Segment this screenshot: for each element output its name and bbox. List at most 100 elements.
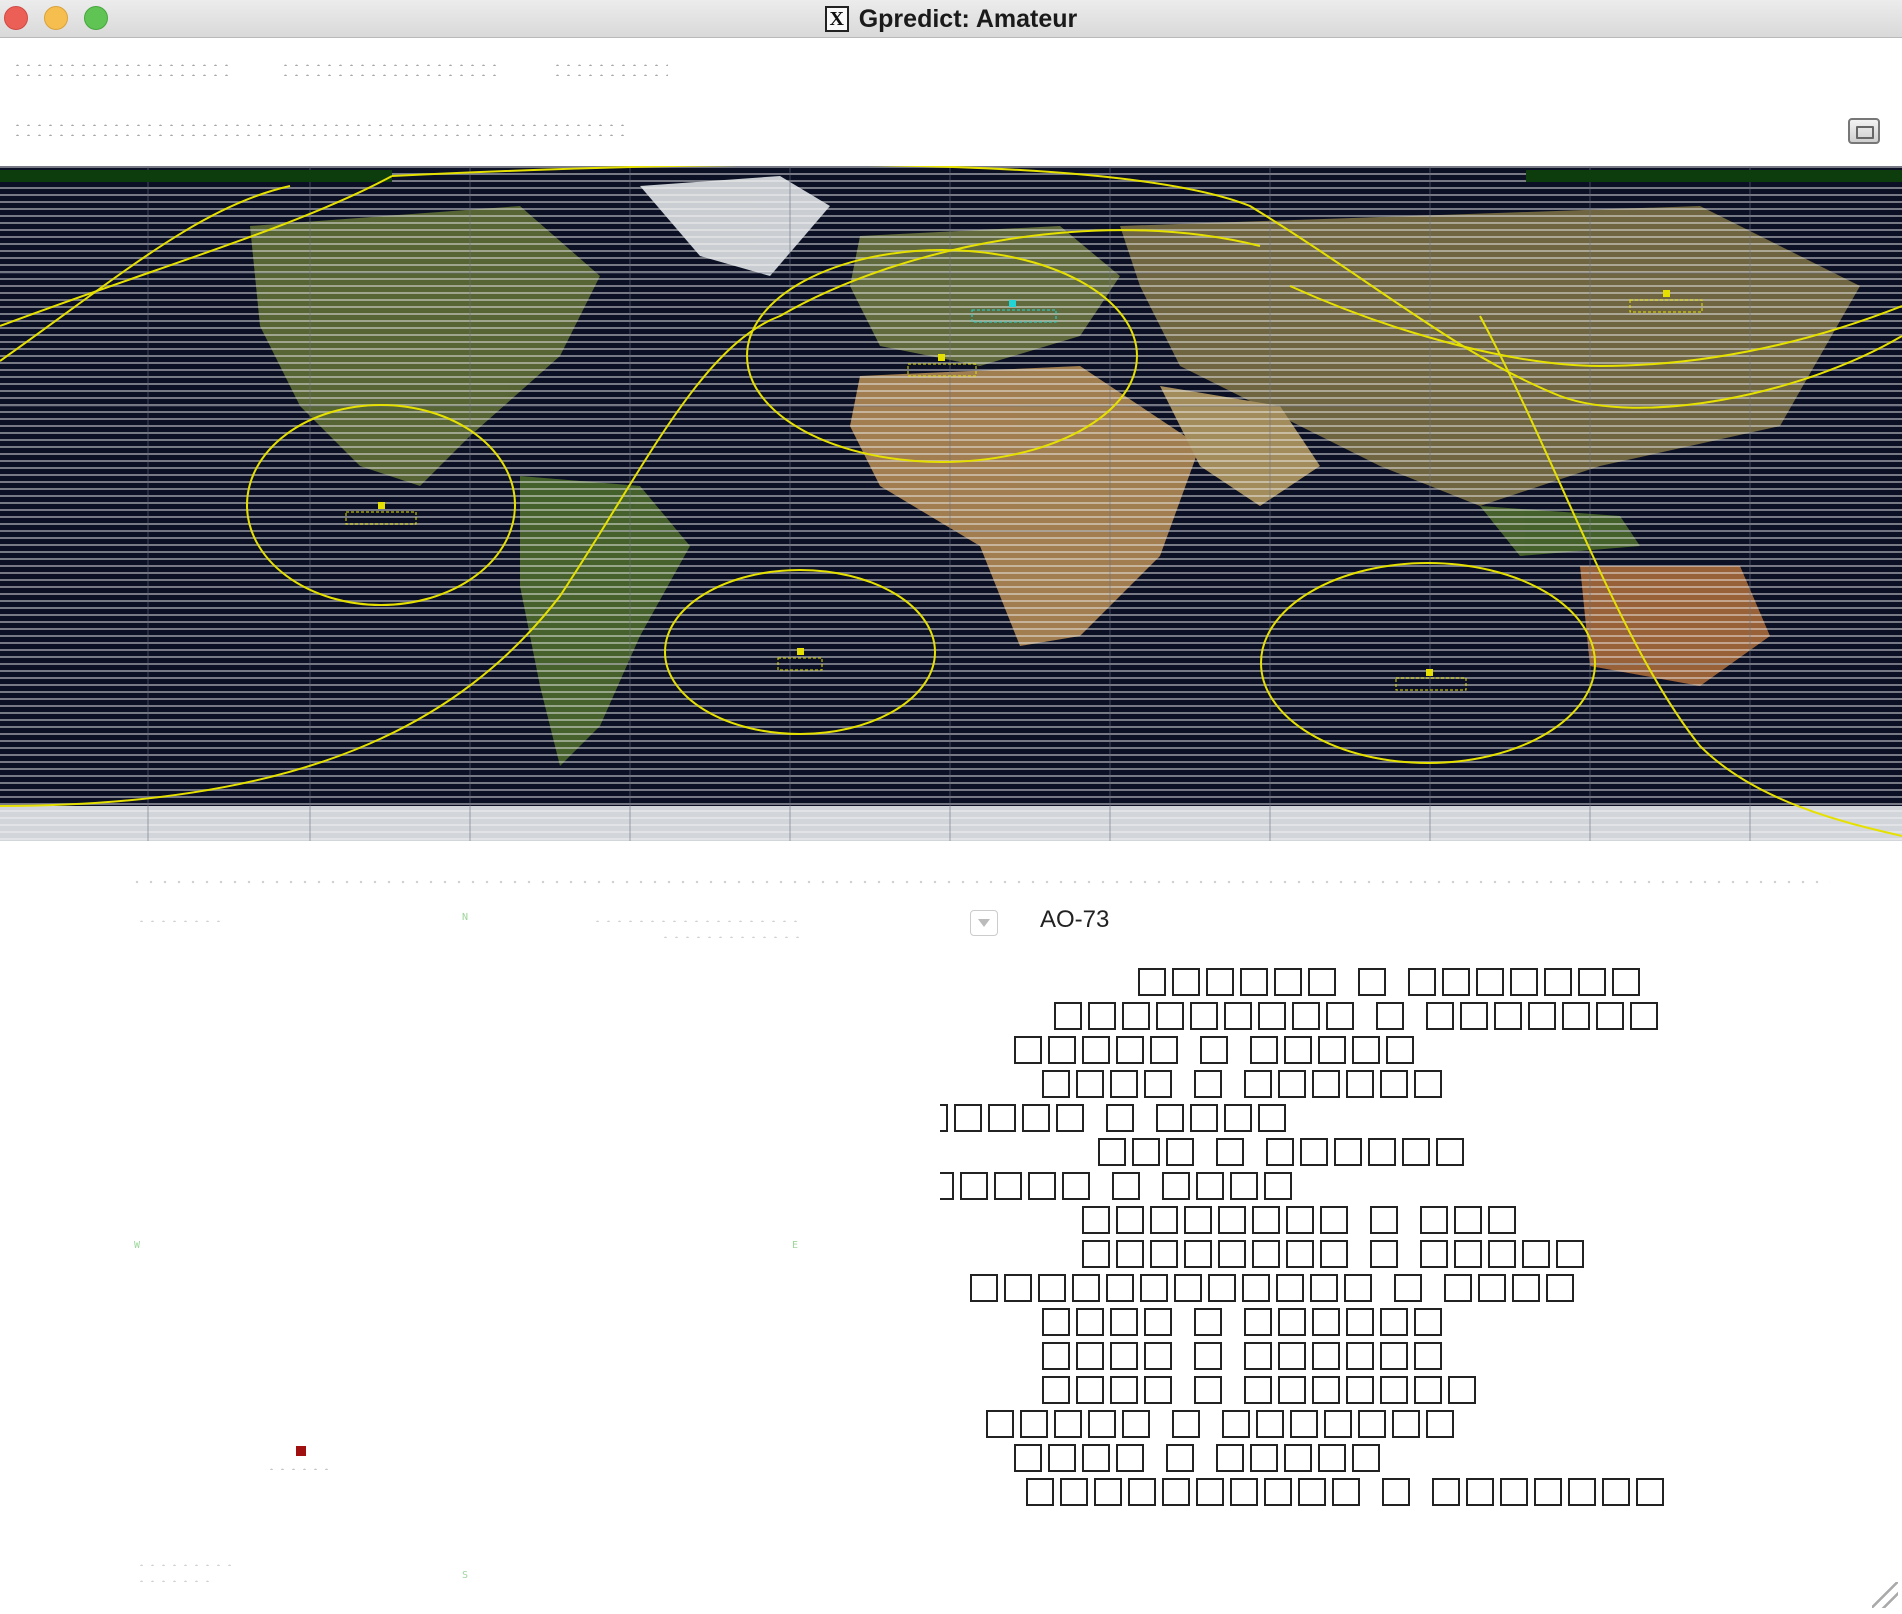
satellite-marker [1426,669,1433,676]
satellite-marker [938,354,945,361]
polar-axis-marker: S [462,1570,471,1581]
info-row [1082,1203,1522,1237]
glyph-box [1276,1274,1304,1302]
window-resize-grip[interactable] [1872,1582,1898,1608]
info-row [1042,1339,1448,1373]
display-options-icon[interactable] [1848,118,1880,144]
glyph-box [1014,1444,1042,1472]
glyph-box [1380,1342,1408,1370]
glyph-box [1224,1104,1252,1132]
glyph-box [1544,968,1572,996]
world-map-view[interactable] [0,166,1902,841]
polar-axis-marker: W [134,1240,143,1251]
glyph-box [1252,1240,1280,1268]
satellite-marker [797,648,804,655]
info-row [1014,1033,1420,1067]
glyph-box [1556,1240,1584,1268]
glyph-box [1278,1342,1306,1370]
glyph-box [1420,1240,1448,1268]
glyph-box [1252,1206,1280,1234]
window-title-group: X Gpredict: Amateur [0,0,1902,38]
info-row [940,1169,1298,1203]
glyph-box [1072,1274,1100,1302]
glyph-box [1318,1036,1346,1064]
glyph-box [1184,1206,1212,1234]
glyph-box [1312,1070,1340,1098]
glyph-box [1320,1206,1348,1234]
glyph-box [1110,1342,1138,1370]
glyph-box [1132,1138,1160,1166]
satellite-selector-chevron-down-icon[interactable] [970,910,998,936]
glyph-box [1244,1308,1272,1336]
glyph-box [1370,1206,1398,1234]
window-titlebar[interactable]: X Gpredict: Amateur [0,0,1902,38]
glyph-box [1308,968,1336,996]
header-status-line-3b [552,72,668,76]
glyph-box [1466,1478,1494,1506]
glyph-box [1346,1070,1374,1098]
glyph-box [1346,1342,1374,1370]
info-row [1054,999,1664,1033]
glyph-box [1380,1308,1408,1336]
glyph-box [1376,1002,1404,1030]
info-row [1138,965,1646,999]
glyph-box [1166,1138,1194,1166]
glyph-box [1414,1070,1442,1098]
glyph-box [1250,1036,1278,1064]
glyph-box [1264,1172,1292,1200]
glyph-box [1244,1070,1272,1098]
selected-satellite-marker [1009,300,1016,307]
glyph-box [1222,1410,1250,1438]
glyph-box [1150,1206,1178,1234]
glyph-box [1088,1410,1116,1438]
glyph-box [1042,1070,1070,1098]
glyph-box [1172,1410,1200,1438]
glyph-box [1568,1478,1596,1506]
glyph-box [1392,1410,1420,1438]
glyph-box [1230,1172,1258,1200]
glyph-box [1264,1478,1292,1506]
glyph-box [1320,1240,1348,1268]
glyph-box [1150,1036,1178,1064]
glyph-box [1042,1342,1070,1370]
glyph-box [1332,1478,1360,1506]
glyph-box [1144,1070,1172,1098]
glyph-box [1510,968,1538,996]
glyph-box [1206,968,1234,996]
glyph-box [1082,1206,1110,1234]
polar-header-dots-1 [136,918,222,922]
glyph-box [1380,1376,1408,1404]
glyph-box [988,1104,1016,1132]
glyph-box [1258,1002,1286,1030]
glyph-box [1534,1478,1562,1506]
glyph-box [1082,1240,1110,1268]
glyph-box [1630,1002,1658,1030]
glyph-box [1216,1138,1244,1166]
glyph-box [1190,1104,1218,1132]
glyph-box [1240,968,1268,996]
selected-satellite-name[interactable]: AO-73 [1040,906,1109,934]
glyph-box [1020,1410,1048,1438]
glyph-box [1278,1376,1306,1404]
glyph-box [1426,1002,1454,1030]
glyph-box [1196,1172,1224,1200]
glyph-box [1478,1274,1506,1302]
polar-plot-view[interactable] [0,960,940,1600]
glyph-box [1128,1478,1156,1506]
x11-app-icon: X [824,6,849,32]
glyph-box [1048,1444,1076,1472]
glyph-box [1636,1478,1664,1506]
glyph-box [1156,1104,1184,1132]
glyph-box [1122,1410,1150,1438]
header-status-line-2 [280,62,500,66]
glyph-box [1432,1478,1460,1506]
glyph-box [1420,1206,1448,1234]
glyph-box [1286,1206,1314,1234]
glyph-box [1122,1002,1150,1030]
glyph-box [1184,1240,1212,1268]
glyph-box [1352,1036,1380,1064]
info-row [986,1407,1460,1441]
glyph-box [940,1172,954,1200]
glyph-box [1076,1308,1104,1336]
glyph-box [1022,1104,1050,1132]
